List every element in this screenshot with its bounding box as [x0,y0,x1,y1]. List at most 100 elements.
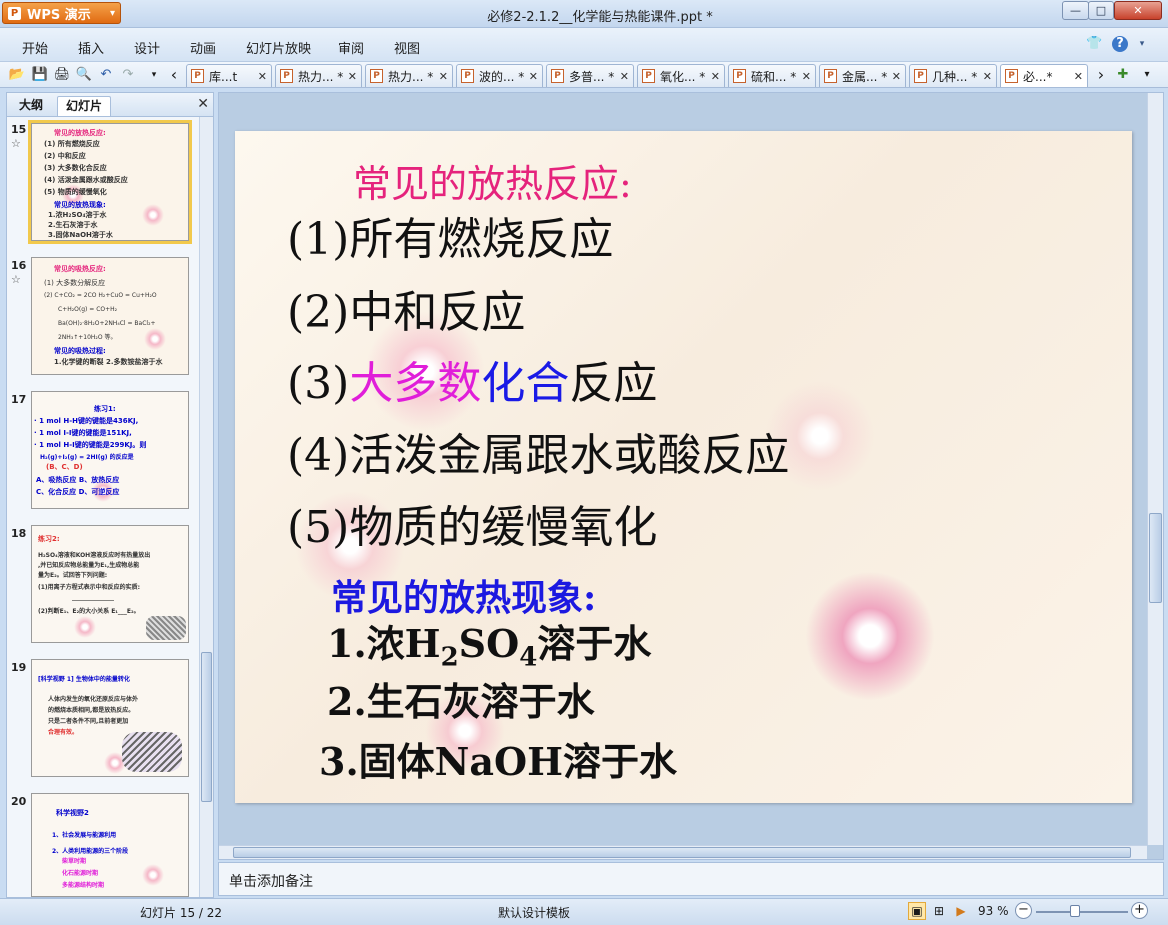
phenomenon-number: 3. [319,739,359,784]
thumb-title: 科学视野2 [56,809,89,817]
tab-list-icon[interactable]: ▾ [1138,66,1156,84]
tabs-prev-icon[interactable]: ‹ [165,66,183,84]
close-tab-icon[interactable]: ✕ [983,70,992,83]
thumb-picture [122,732,182,772]
horizontal-scrollbar-thumb[interactable] [233,847,1131,858]
menu-animation[interactable]: 动画 [190,38,216,57]
thumb-line: 常见的放热现象: [54,201,106,209]
menu-home[interactable]: 开始 [22,38,48,57]
phenomenon-number: 1. [327,621,367,666]
thumb-line: Ba(OH)₂·8H₂O+2NH₄Cl = BaCl₂+ [58,320,156,327]
doc-tab-active[interactable]: P 必...* ✕ [1000,64,1088,87]
thumb-line: (1)用离子方程式表示中和反应的实质: [38,584,141,591]
phenomenon-number: 2. [327,679,367,724]
vertical-scrollbar-thumb[interactable] [1149,513,1162,603]
menu-design[interactable]: 设计 [134,38,160,57]
close-tab-icon[interactable]: ✕ [258,70,267,83]
doc-tab[interactable]: P 波的... * ✕ [456,64,543,87]
menu-view[interactable]: 视图 [394,38,420,57]
vertical-scrollbar[interactable] [1147,93,1163,845]
slide-thumbnail[interactable]: 常见的放热反应: (1) 所有燃烧反应 (2) 中和反应 (3) 大多数化合反应… [28,120,192,244]
phenomenon-line: 2.生石灰溶于水 [327,671,595,726]
doc-tab[interactable]: P 氧化... * ✕ [637,64,725,87]
skin-shirt-icon[interactable]: 👕 [1086,36,1102,52]
slide-thumbnail[interactable]: [科学视野 1] 生物体中的能量转化 人体内发生的氧化还原反应与体外 的燃烧本质… [31,659,189,777]
new-tab-icon[interactable]: ✚ [1114,66,1132,84]
slide-canvas[interactable]: 常见的放热反应: (1)所有燃烧反应 (2)中和反应 (3)大多数化合反应 (4… [235,131,1132,803]
window-title: 必修2-2.1.2__化学能与热能课件.ppt * [487,10,713,25]
close-window-button[interactable]: ✕ [1114,1,1162,20]
close-tab-icon[interactable]: ✕ [892,70,901,83]
panel-scrollbar[interactable] [199,117,213,897]
doc-tab[interactable]: P 热力... * ✕ [275,64,362,87]
slide-sorter-view-icon[interactable]: ⊞ [930,902,948,920]
thumb-title: 练习1: [94,405,116,413]
slideshow-view-icon[interactable]: ▶ [952,902,970,920]
doc-tab[interactable]: P 热力... * ✕ [365,64,453,87]
slide-thumbnail[interactable]: 科学视野2 1、社会发展与能源利用 2、人类利用能源的三个阶段 柴草时期 化石能… [31,793,189,897]
panel-scrollbar-thumb[interactable] [201,652,212,802]
help-icon[interactable]: ? [1112,36,1128,52]
print-preview-icon[interactable]: 🔍 [75,66,93,84]
animation-star-icon: ☆ [11,273,21,286]
close-tab-icon[interactable]: ✕ [529,70,538,83]
doc-tab[interactable]: P 硫和... * ✕ [728,64,816,87]
slide-thumbnail[interactable]: 练习1: · 1 mol H-H键的键能是436KJ, · 1 mol I-I键… [31,391,189,509]
maximize-button[interactable]: □ [1088,1,1114,20]
animation-star-icon: ☆ [11,137,21,150]
menu-insert[interactable]: 插入 [78,38,104,57]
app-menu-button[interactable]: P WPS 演示 ▾ [2,2,121,24]
ppt-file-icon: P [280,69,293,83]
toolbar-more-icon[interactable]: ▾ [145,66,163,84]
doc-tab[interactable]: P 几种... * ✕ [909,64,997,87]
zoom-in-button[interactable]: + [1131,902,1148,919]
slide-thumbnail[interactable]: 常见的吸热反应: (1) 大多数分解反应 (2) C+CO₂ = 2CO H₂+… [31,257,189,375]
phenomenon-text: 浓H [366,621,441,666]
thumb-line: (1) 大多数分解反应 [44,279,106,287]
open-folder-icon[interactable]: 📂 [8,66,26,84]
doc-tab[interactable]: P 金属... * ✕ [819,64,906,87]
slide-thumbnail[interactable]: 练习2: H₂SO₄溶液和KOH溶液反应时有热量放出 ,并已知反应物总能量为E₁… [31,525,189,643]
horizontal-scrollbar[interactable] [219,845,1147,859]
thumb-title: 常见的吸热反应: [54,265,106,273]
close-tab-icon[interactable]: ✕ [1074,70,1083,83]
tab-outline[interactable]: 大纲 [11,96,51,116]
subscript: 4 [519,642,538,673]
ppt-file-icon: P [642,69,655,83]
close-panel-icon[interactable]: ✕ [197,96,209,112]
close-tab-icon[interactable]: ✕ [620,70,629,83]
close-tab-icon[interactable]: ✕ [802,70,811,83]
zoom-out-button[interactable]: − [1015,902,1032,919]
design-template-name: 默认设计模板 [498,906,571,920]
redo-icon[interactable]: ↷ [119,66,137,84]
chevron-down-icon: ▾ [109,7,115,19]
help-dropdown-icon[interactable]: ▾ [1138,36,1146,52]
zoom-slider-track[interactable] [1036,911,1128,913]
thumb-line: · 1 mol I-I键的键能是151KJ, [34,429,132,437]
undo-icon[interactable]: ↶ [97,66,115,84]
close-tab-icon[interactable]: ✕ [439,70,448,83]
tab-slides[interactable]: 幻灯片 [57,96,112,116]
normal-view-icon[interactable]: ▣ [908,902,926,920]
close-tab-icon[interactable]: ✕ [711,70,720,83]
thumb-line: ______________ [72,594,114,601]
menu-review[interactable]: 审阅 [338,38,364,57]
slide-bullet: (4)活泼金属跟水或酸反应 [287,419,789,483]
close-tab-icon[interactable]: ✕ [348,70,357,83]
zoom-slider-thumb[interactable] [1069,905,1080,917]
print-icon[interactable]: 🖨 [53,66,71,84]
notes-placeholder: 单击添加备注 [229,874,313,890]
thumb-line: 化石能源时期 [62,870,99,877]
ppt-file-icon: P [1005,69,1018,83]
thumb-title: 练习2: [38,535,60,543]
minimize-button[interactable]: — [1062,1,1089,20]
doc-tab[interactable]: P 多普... * ✕ [546,64,634,87]
ppt-file-icon: P [370,69,383,83]
doc-tab[interactable]: P 库...t ✕ [186,64,272,87]
notes-pane[interactable]: 单击添加备注 [218,862,1164,896]
save-icon[interactable]: 💾 [31,66,49,84]
thumb-line: (2) C+CO₂ = 2CO H₂+CuO = Cu+H₂O [44,292,157,299]
thumb-line: ,并已知反应物总能量为E₁,生成物总能 [38,562,140,569]
menu-slideshow[interactable]: 幻灯片放映 [246,38,311,57]
tabs-next-icon[interactable]: › [1092,66,1110,84]
